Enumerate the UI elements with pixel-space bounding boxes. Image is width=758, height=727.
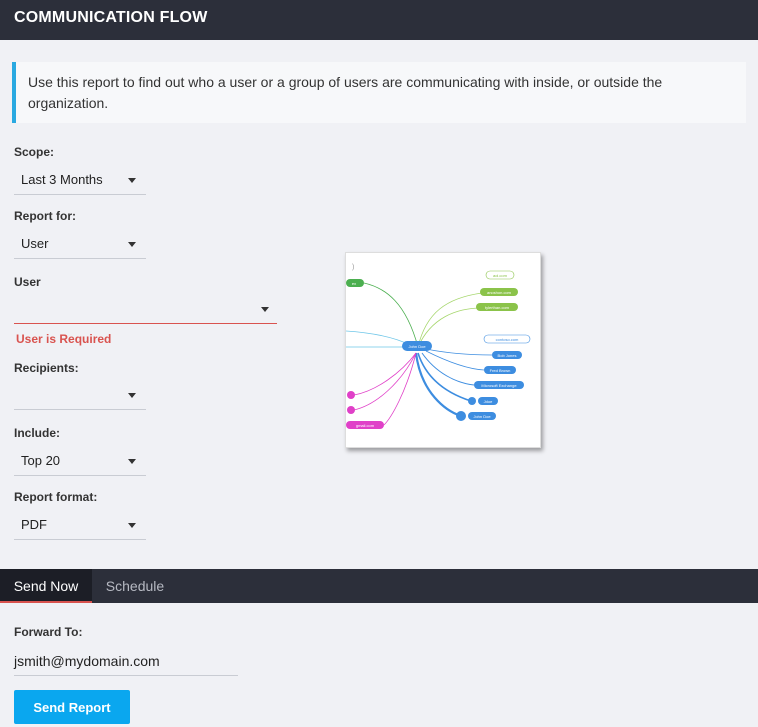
graph-inside-node: Bob Jones <box>498 353 517 358</box>
include-select[interactable]: Top 20 <box>14 446 146 476</box>
scope-label: Scope: <box>14 145 55 159</box>
send-report-button[interactable]: Send Report <box>14 690 130 724</box>
report-description: Use this report to find out who a user o… <box>12 62 746 123</box>
report-format-label: Report format: <box>14 490 98 504</box>
tab-send-now[interactable]: Send Now <box>0 569 92 603</box>
recipients-select[interactable] <box>14 380 146 410</box>
graph-outside-domain: tylerthan.com <box>485 305 510 310</box>
tab-schedule[interactable]: Schedule <box>92 569 178 603</box>
graph-outside-domain: aol.com <box>493 273 508 278</box>
page-title: COMMUNICATION FLOW <box>14 9 208 26</box>
chevron-down-icon <box>128 242 136 247</box>
communication-graph: ) John Doe aol.com anoshon.com tylerthan… <box>346 264 531 429</box>
report-for-select[interactable]: User <box>14 229 146 259</box>
svg-text:): ) <box>352 264 354 271</box>
graph-left-node: gmail.com <box>356 423 375 428</box>
graph-inside-domain: contoso.com <box>496 337 519 342</box>
include-label: Include: <box>14 426 61 440</box>
report-preview-thumbnail: ) John Doe aol.com anoshon.com tylerthan… <box>345 252 541 448</box>
graph-left-node: ex <box>352 281 356 286</box>
chevron-down-icon <box>261 307 269 312</box>
forward-to-label: Forward To: <box>14 625 83 639</box>
chevron-down-icon <box>128 393 136 398</box>
report-format-value: PDF <box>21 517 47 532</box>
user-error-message: User is Required <box>16 332 112 346</box>
graph-inside-node: John Doe <box>473 414 491 419</box>
user-select[interactable] <box>14 294 277 324</box>
chevron-down-icon <box>128 459 136 464</box>
graph-outside-domain: anoshon.com <box>487 290 512 295</box>
user-label: User <box>14 275 41 289</box>
report-format-select[interactable]: PDF <box>14 510 146 540</box>
report-for-label: Report for: <box>14 209 76 223</box>
chevron-down-icon <box>128 523 136 528</box>
scope-select[interactable]: Last 3 Months <box>14 165 146 195</box>
page-header: COMMUNICATION FLOW <box>0 0 758 40</box>
delivery-tabs: Send Now Schedule <box>0 569 758 603</box>
scope-value: Last 3 Months <box>21 172 103 187</box>
forward-to-input[interactable]: jsmith@mydomain.com <box>14 647 238 676</box>
report-for-value: User <box>21 236 49 251</box>
include-value: Top 20 <box>21 453 61 468</box>
graph-center-node: John Doe <box>408 344 426 349</box>
graph-inside-node: Microsoft Exchange <box>481 383 517 388</box>
recipients-label: Recipients: <box>14 361 79 375</box>
graph-inside-node: Jdoe <box>484 399 493 404</box>
graph-inside-node: Fred Brown <box>490 368 511 373</box>
chevron-down-icon <box>128 178 136 183</box>
